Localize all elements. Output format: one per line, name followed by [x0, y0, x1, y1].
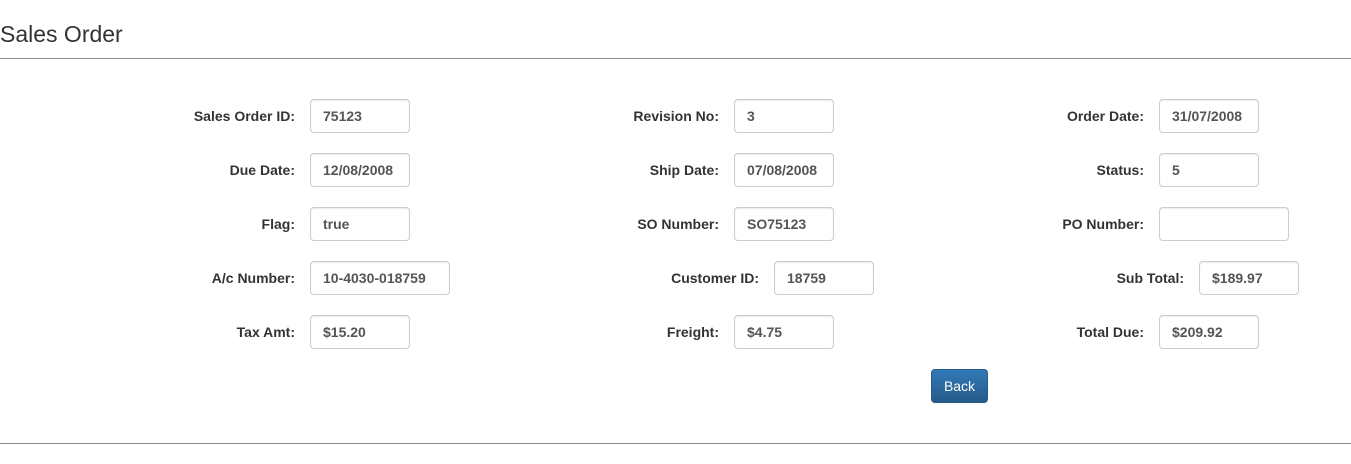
freight-field[interactable]	[734, 315, 834, 349]
po-number-field[interactable]	[1159, 207, 1289, 241]
order-date-label: Order Date:	[1066, 108, 1144, 124]
flag-field[interactable]	[310, 207, 410, 241]
ac-number-label: A/c Number:	[211, 270, 295, 286]
total-due-label: Total Due:	[1076, 324, 1144, 340]
back-button[interactable]: Back	[931, 369, 988, 403]
customer-id-label: Customer ID:	[671, 270, 759, 286]
ship-date-field[interactable]	[734, 153, 834, 187]
tax-amt-label: Tax Amt:	[236, 324, 295, 340]
page-title: Sales Order	[0, 21, 123, 47]
status-field[interactable]	[1159, 153, 1259, 187]
sales-order-id-field[interactable]	[310, 99, 410, 133]
footer-divider	[0, 443, 1351, 444]
customer-id-field[interactable]	[774, 261, 874, 295]
sales-order-page: Sales Order Sales Order ID: Revision No:…	[0, 0, 1351, 464]
sub-total-label: Sub Total:	[1116, 270, 1184, 286]
ac-number-field[interactable]	[310, 261, 450, 295]
sales-order-id-label: Sales Order ID:	[193, 108, 295, 124]
status-label: Status:	[1096, 162, 1144, 178]
sub-total-field[interactable]	[1199, 261, 1299, 295]
due-date-label: Due Date:	[229, 162, 295, 178]
ship-date-label: Ship Date:	[649, 162, 719, 178]
due-date-field[interactable]	[310, 153, 410, 187]
order-date-field[interactable]	[1159, 99, 1259, 133]
so-number-field[interactable]	[734, 207, 834, 241]
so-number-label: SO Number:	[637, 216, 719, 232]
total-due-field[interactable]	[1159, 315, 1259, 349]
flag-label: Flag:	[261, 216, 295, 232]
revision-no-field[interactable]	[734, 99, 834, 133]
po-number-label: PO Number:	[1062, 216, 1144, 232]
tax-amt-field[interactable]	[310, 315, 410, 349]
header-divider	[0, 58, 1351, 59]
freight-label: Freight:	[666, 324, 719, 340]
revision-no-label: Revision No:	[633, 108, 719, 124]
